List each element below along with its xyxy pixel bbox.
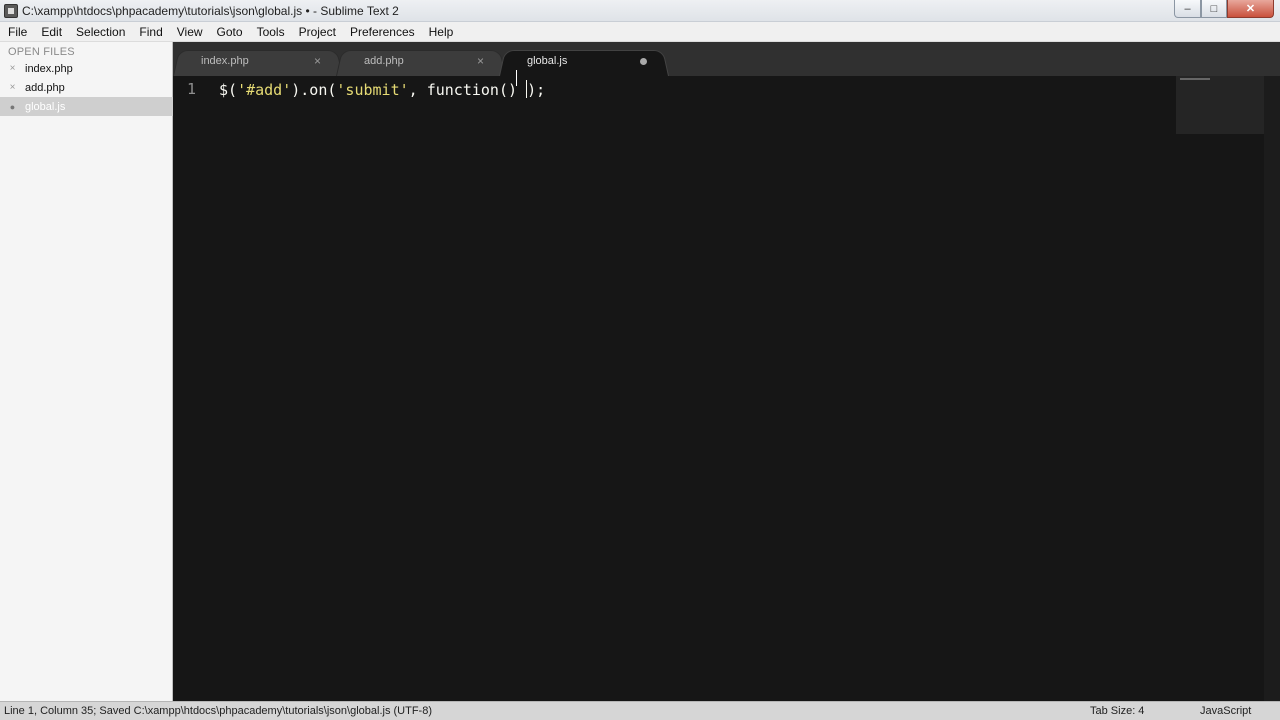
title-bar: C:\xampp\htdocs\phpacademy\tutorials\jso… xyxy=(0,0,1280,22)
code-string: 'submit' xyxy=(336,81,409,99)
menu-bar: File Edit Selection Find View Goto Tools… xyxy=(0,22,1280,42)
menu-file[interactable]: File xyxy=(0,22,33,42)
file-name: add.php xyxy=(25,81,65,94)
tab-label: index.php xyxy=(201,55,249,67)
minimap-line xyxy=(1180,78,1210,80)
menu-preferences[interactable]: Preferences xyxy=(342,22,421,42)
minimize-button[interactable]: – xyxy=(1174,0,1201,18)
close-window-button[interactable]: ✕ xyxy=(1227,0,1274,18)
minimap[interactable] xyxy=(1176,76,1264,134)
unsaved-dot-icon[interactable] xyxy=(640,58,647,65)
code-line[interactable]: $('#add').on('submit', function() ); xyxy=(219,80,545,99)
window-title: C:\xampp\htdocs\phpacademy\tutorials\jso… xyxy=(22,4,399,18)
sublime-app-icon xyxy=(4,4,18,18)
menu-selection[interactable]: Selection xyxy=(68,22,131,42)
tab-bar: index.php × add.php × global.js xyxy=(173,42,1280,76)
file-name: index.php xyxy=(25,62,73,75)
open-file-global-js[interactable]: ● global.js xyxy=(0,97,173,116)
code-token: $( xyxy=(219,81,238,99)
tab-close-icon[interactable]: × xyxy=(314,54,321,68)
open-files-heading: OPEN FILES xyxy=(8,46,75,58)
tab-global-js[interactable]: global.js xyxy=(499,48,669,76)
tab-label: global.js xyxy=(527,55,568,67)
file-name: global.js xyxy=(25,100,66,113)
maximize-button[interactable]: □ xyxy=(1201,0,1227,18)
tab-label: add.php xyxy=(364,55,404,67)
code-editor[interactable]: 1 $('#add').on('submit', function() ); xyxy=(173,76,1280,701)
tab-size-selector[interactable]: Tab Size: 4 xyxy=(1090,705,1144,717)
menu-help[interactable]: Help xyxy=(421,22,460,42)
menu-goto[interactable]: Goto xyxy=(209,22,249,42)
close-file-icon[interactable]: × xyxy=(0,63,25,74)
tab-index-php[interactable]: index.php × xyxy=(173,48,343,76)
menu-tools[interactable]: Tools xyxy=(249,22,291,42)
vertical-scrollbar[interactable] xyxy=(1264,76,1280,701)
code-token: ); xyxy=(527,81,546,99)
sidebar: OPEN FILES × index.php × add.php ● globa… xyxy=(0,42,173,701)
code-string: '#add' xyxy=(237,81,292,99)
status-message: Line 1, Column 35; Saved C:\xampp\htdocs… xyxy=(4,705,432,717)
menu-find[interactable]: Find xyxy=(131,22,168,42)
tab-close-icon[interactable]: × xyxy=(477,54,484,68)
status-bar: Line 1, Column 35; Saved C:\xampp\htdocs… xyxy=(0,701,1280,720)
mouse-ibeam-cursor-icon xyxy=(516,70,522,86)
menu-project[interactable]: Project xyxy=(291,22,342,42)
line-number: 1 xyxy=(187,80,197,98)
tab-add-php[interactable]: add.php × xyxy=(336,48,506,76)
code-token: , function() xyxy=(408,81,527,99)
syntax-selector[interactable]: JavaScript xyxy=(1200,705,1251,717)
menu-view[interactable]: View xyxy=(169,22,209,42)
close-file-icon[interactable]: × xyxy=(0,82,25,93)
code-token: ).on( xyxy=(291,81,337,99)
open-file-add-php[interactable]: × add.php xyxy=(0,78,173,97)
menu-edit[interactable]: Edit xyxy=(33,22,68,42)
open-file-index-php[interactable]: × index.php xyxy=(0,59,173,78)
unsaved-dot-icon[interactable]: ● xyxy=(0,102,25,112)
